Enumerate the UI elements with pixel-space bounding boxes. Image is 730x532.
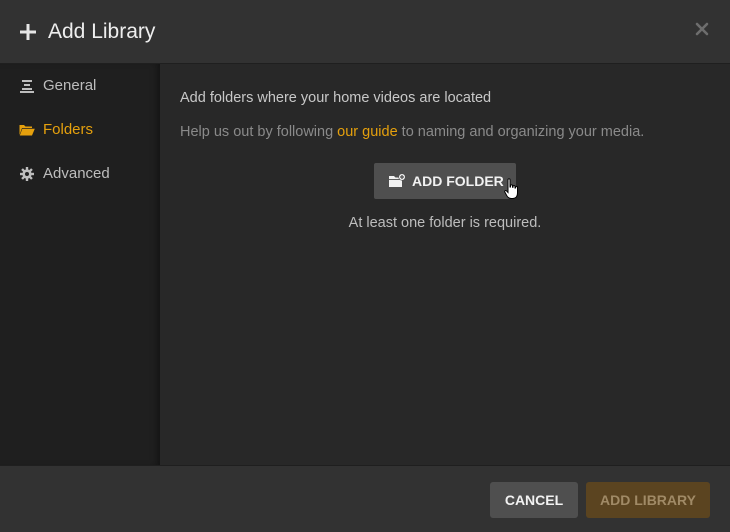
gear-icon (20, 167, 34, 181)
add-folder-button[interactable]: ADD FOLDER (374, 163, 516, 199)
hand-cursor-icon (504, 178, 518, 199)
main-panel: Add folders where your home videos are l… (160, 64, 730, 465)
help-prefix: Help us out by following (180, 124, 338, 140)
guide-link[interactable]: our guide (337, 124, 397, 140)
sidebar-item-label: Advanced (43, 165, 110, 182)
add-folder-icon (389, 173, 406, 187)
plus-icon (20, 24, 36, 40)
dialog-footer: CANCEL ADD LIBRARY (0, 465, 730, 532)
sidebar-item-advanced[interactable]: Advanced (0, 152, 160, 196)
folders-heading: Add folders where your home videos are l… (180, 90, 492, 106)
required-note: At least one folder is required. (348, 215, 542, 231)
close-icon[interactable] (695, 22, 709, 36)
help-text: Help us out by following our guide to na… (180, 123, 644, 141)
general-lines-icon (20, 80, 34, 93)
sidebar-item-label: Folders (43, 121, 94, 138)
add-library-button[interactable]: ADD LIBRARY (586, 482, 710, 518)
sidebar: General Folders Advanced (0, 64, 160, 465)
sidebar-item-folders[interactable]: Folders (0, 108, 160, 152)
dialog-title: Add Library (48, 20, 156, 43)
dialog-header: Add Library (0, 0, 730, 64)
add-library-dialog: Add Library General Folders Advanced Add… (0, 0, 730, 532)
help-suffix: to naming and organizing your media. (397, 124, 645, 140)
add-folder-label: ADD FOLDER (412, 173, 504, 189)
sidebar-item-label: General (43, 77, 97, 94)
folder-open-icon (19, 125, 35, 136)
cancel-button[interactable]: CANCEL (490, 482, 578, 518)
sidebar-item-general[interactable]: General (0, 64, 160, 108)
